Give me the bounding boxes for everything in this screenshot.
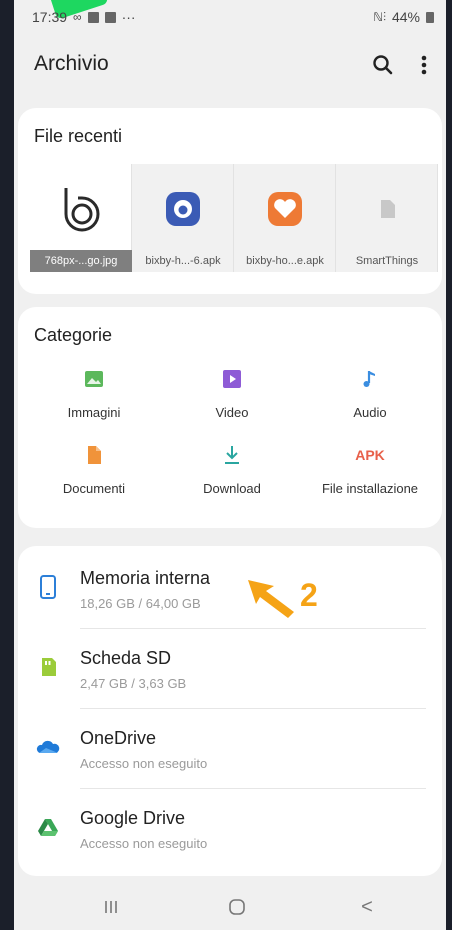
recent-file-item[interactable]: bixby-ho...e.apk bbox=[234, 164, 336, 272]
categories-title: Categorie bbox=[34, 325, 113, 345]
storage-card: Memoria interna 18,26 GB / 64,00 GB Sche… bbox=[18, 546, 442, 876]
heart-app-icon bbox=[268, 192, 302, 226]
google-drive-icon bbox=[38, 819, 58, 836]
battery-icon bbox=[426, 11, 434, 23]
storage-name: Scheda SD bbox=[80, 648, 172, 668]
storage-usage: 2,47 GB / 3,63 GB bbox=[80, 676, 187, 691]
storage-item-sd[interactable]: Scheda SD 2,47 GB / 3,63 GB bbox=[18, 630, 442, 710]
voicemail-icon: ∞ bbox=[73, 10, 82, 24]
phone-icon bbox=[40, 575, 56, 599]
annotation-number: 2 bbox=[300, 577, 318, 613]
device-bezel-right bbox=[446, 0, 452, 930]
recent-file-item[interactable]: 768px-...go.jpg bbox=[30, 164, 132, 272]
bixby-logo-icon bbox=[64, 188, 100, 232]
storage-item-internal[interactable]: Memoria interna 18,26 GB / 64,00 GB bbox=[18, 550, 442, 630]
recent-files-card: File recenti 768px-...go.jpg bixby-h...-… bbox=[18, 108, 442, 294]
home-icon bbox=[229, 899, 245, 915]
screen: 17:39 ∞ ··· ℕ⫶ 44% Archivio File recenti… bbox=[14, 0, 446, 930]
recent-file-name: SmartThings bbox=[355, 255, 419, 267]
category-label: Documenti bbox=[62, 481, 126, 496]
search-button[interactable] bbox=[368, 50, 398, 80]
more-notifications: ··· bbox=[121, 9, 136, 25]
storage-name: Google Drive bbox=[80, 808, 186, 828]
recent-apps-icon bbox=[105, 901, 117, 913]
storage-name: Memoria interna bbox=[80, 568, 211, 588]
sd-card-icon bbox=[42, 658, 56, 676]
signal-icon: ℕ⫶ bbox=[373, 9, 386, 24]
recent-file-name: bixby-ho...e.apk bbox=[246, 255, 324, 267]
download-icon bbox=[225, 446, 239, 464]
more-vert-icon bbox=[421, 55, 427, 75]
recent-files-list: 768px-...go.jpg bixby-h...-6.apk bixby-h… bbox=[30, 164, 438, 272]
storage-item-google-drive[interactable]: Google Drive Accesso non eseguito bbox=[18, 790, 442, 870]
storage-status: Accesso non eseguito bbox=[80, 836, 208, 851]
back-button[interactable]: < bbox=[352, 894, 382, 920]
recent-file-name: bixby-h...-6.apk bbox=[145, 255, 221, 267]
storage-name: OneDrive bbox=[80, 728, 157, 748]
music-note-icon bbox=[363, 371, 375, 387]
category-label: File installazione bbox=[321, 481, 419, 496]
status-bar: 17:39 ∞ ··· ℕ⫶ 44% bbox=[14, 0, 446, 32]
cloud-icon bbox=[36, 740, 60, 753]
document-icon bbox=[381, 200, 395, 218]
recent-file-item[interactable]: SmartThings bbox=[336, 164, 438, 272]
divider bbox=[80, 628, 426, 629]
storage-usage: 18,26 GB / 64,00 GB bbox=[80, 596, 201, 611]
document-icon bbox=[88, 446, 101, 464]
status-time: 17:39 bbox=[32, 9, 68, 25]
device-bezel-left bbox=[0, 0, 14, 930]
search-icon bbox=[373, 55, 393, 75]
category-label: Immagini bbox=[67, 405, 121, 420]
image-icon bbox=[85, 371, 103, 387]
sim-icon bbox=[87, 11, 99, 23]
page-title: Archivio bbox=[34, 52, 109, 75]
categories-card: Categorie Immagini Video Audio Documenti… bbox=[18, 307, 442, 528]
recent-file-item[interactable]: bixby-h...-6.apk bbox=[132, 164, 234, 272]
app-bar: Archivio bbox=[14, 36, 446, 94]
divider bbox=[80, 708, 426, 709]
recent-file-name: 768px-...go.jpg bbox=[30, 250, 132, 272]
category-label: Video bbox=[215, 405, 249, 420]
battery-level: 44% bbox=[391, 9, 420, 25]
storage-status: Accesso non eseguito bbox=[80, 756, 208, 771]
divider bbox=[80, 788, 426, 789]
navigation-bar: < bbox=[14, 884, 446, 930]
more-options-button[interactable] bbox=[412, 50, 436, 80]
storage-item-onedrive[interactable]: OneDrive Accesso non eseguito bbox=[18, 710, 442, 790]
recent-files-title: File recenti bbox=[34, 126, 123, 146]
category-label: Download bbox=[203, 481, 261, 496]
apk-icon: APK bbox=[355, 447, 385, 463]
category-label: Audio bbox=[353, 405, 387, 420]
recent-apps-button[interactable] bbox=[96, 894, 126, 920]
gallery-notification-icon bbox=[104, 11, 116, 23]
video-icon bbox=[223, 370, 241, 388]
bixby-app-icon bbox=[166, 192, 200, 226]
home-button[interactable] bbox=[222, 894, 252, 920]
